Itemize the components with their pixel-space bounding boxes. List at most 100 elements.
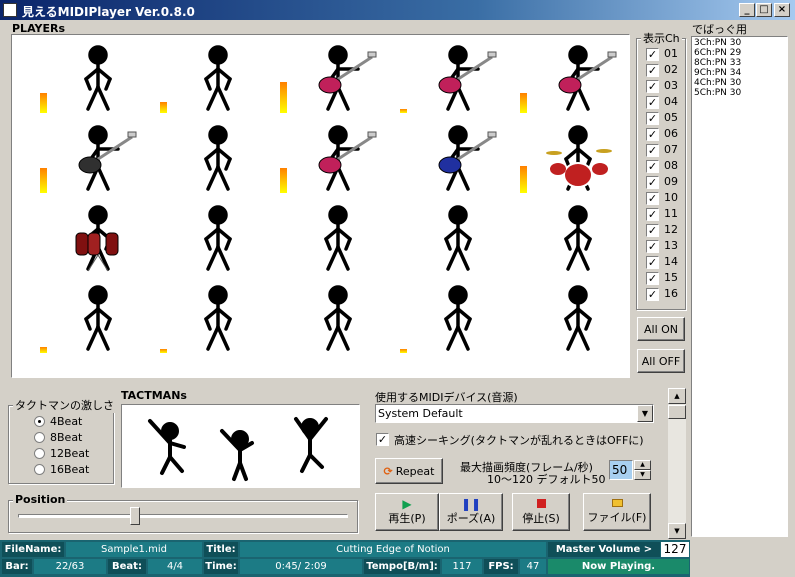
all-off-button[interactable]: All OFF (637, 349, 685, 373)
player-cell (154, 119, 274, 199)
debug-line: 8Ch:PN 33 (694, 58, 742, 68)
channel-checkbox[interactable]: ✓ (646, 208, 659, 221)
debug-line: 4Ch:PN 30 (694, 78, 742, 88)
stop-icon (536, 498, 546, 508)
stand-player-icon (564, 285, 592, 351)
channel-checkbox[interactable]: ✓ (646, 288, 659, 301)
master-volume-value[interactable]: 127 (661, 542, 689, 557)
level-meter (280, 168, 287, 193)
debug-title: でばっぐ用 (692, 23, 747, 36)
stand-player-icon (84, 285, 112, 351)
intensity-radio[interactable] (34, 432, 45, 443)
player-cell (394, 39, 514, 119)
filename-label: FileName: (2, 542, 64, 557)
stand-player-icon (444, 285, 472, 351)
fps-value: 47 (520, 559, 546, 574)
stand-player-icon (204, 125, 232, 191)
debug-line: 5Ch:PN 30 (694, 88, 742, 98)
channel-label: 04 (664, 95, 678, 108)
level-meter (160, 102, 167, 113)
channel-checkbox[interactable]: ✓ (646, 128, 659, 141)
debug-line: 9Ch:PN 34 (694, 68, 742, 78)
player-cell (274, 199, 394, 279)
channel-label: 01 (664, 47, 678, 60)
player-cell (394, 119, 514, 199)
close-button[interactable]: × (774, 3, 790, 17)
pause-button[interactable]: ❚❚ ポーズ(A) (439, 493, 503, 531)
level-meter (400, 109, 407, 113)
channel-label: 11 (664, 207, 678, 220)
channel-checkbox[interactable]: ✓ (646, 96, 659, 109)
player-cell (514, 199, 634, 279)
midi-device-select[interactable]: System Default ▼ (375, 404, 654, 423)
conga-player-icon (75, 205, 119, 272)
all-on-button[interactable]: All ON (637, 317, 685, 341)
channel-checkbox[interactable]: ✓ (646, 272, 659, 285)
tempo-value: 117 (442, 559, 482, 574)
intensity-radio[interactable] (34, 464, 45, 475)
guitar-player-icon (318, 125, 377, 191)
player-cell (514, 39, 634, 119)
repeat-label: Repeat (395, 464, 435, 478)
level-meter (280, 82, 287, 113)
scroll-up-icon[interactable]: ▲ (668, 388, 686, 404)
repeat-button[interactable]: ⟳ Repeat (375, 458, 443, 484)
channel-checkbox[interactable]: ✓ (646, 224, 659, 237)
vertical-scrollbar[interactable]: ▲ ▼ (668, 388, 686, 539)
channel-checkbox[interactable]: ✓ (646, 256, 659, 269)
channel-checkbox[interactable]: ✓ (646, 64, 659, 77)
player-cell (34, 279, 154, 359)
tempo-label: Tempo[B/m]: (364, 559, 440, 574)
level-meter (160, 349, 167, 353)
checkmark-icon: ✓ (377, 433, 388, 446)
fps-down-icon[interactable]: ▼ (634, 470, 651, 480)
channel-label: 09 (664, 175, 678, 188)
status-bar: FileName: Sample1.mid Title: Cutting Edg… (0, 540, 690, 577)
channels-title: 表示Ch (641, 30, 682, 46)
tactmans-title: TACTMANs (121, 389, 187, 402)
bass-player-icon (78, 125, 137, 191)
channel-checkbox[interactable]: ✓ (646, 48, 659, 61)
channel-checkbox[interactable]: ✓ (646, 176, 659, 189)
stand-player-icon (84, 45, 112, 111)
title-label: Title: (204, 542, 238, 557)
channel-checkbox[interactable]: ✓ (646, 112, 659, 125)
channel-label: 03 (664, 79, 678, 92)
level-meter (520, 93, 527, 113)
scroll-thumb[interactable] (668, 405, 686, 419)
channel-label: 07 (664, 143, 678, 156)
intensity-radio[interactable] (34, 416, 45, 427)
channel-checkbox[interactable]: ✓ (646, 240, 659, 253)
channel-checkbox[interactable]: ✓ (646, 160, 659, 173)
channel-label: 02 (664, 63, 678, 76)
bass-blue-player-icon (438, 125, 497, 191)
debug-list: 3Ch:PN 30 6Ch:PN 29 8Ch:PN 33 9Ch:PN 34 4Ch:… (691, 36, 788, 537)
maximize-button[interactable]: □ (756, 3, 772, 17)
window-title: 見えるMIDIPlayer Ver.0.8.0 (22, 5, 195, 19)
level-meter (400, 349, 407, 353)
fps-input[interactable]: 50 (609, 460, 633, 480)
intensity-radio[interactable] (34, 448, 45, 459)
position-slider-thumb[interactable] (130, 507, 140, 525)
stand-player-icon (324, 285, 352, 351)
file-button[interactable]: ファイル(F) (583, 493, 651, 531)
bar-value: 22/63 (34, 559, 106, 574)
scroll-down-icon[interactable]: ▼ (668, 523, 686, 539)
channel-label: 08 (664, 159, 678, 172)
player-cell (34, 199, 154, 279)
fast-seek-checkbox[interactable]: ✓ (376, 433, 389, 446)
play-button[interactable]: ▶ 再生(P) (375, 493, 439, 531)
fps-up-icon[interactable]: ▲ (634, 460, 651, 470)
minimize-button[interactable]: _ (739, 3, 755, 17)
channel-label: 14 (664, 255, 678, 268)
dropdown-arrow-icon[interactable]: ▼ (637, 405, 653, 422)
midi-device-value: System Default (378, 407, 463, 420)
level-meter (40, 93, 47, 113)
player-cell (274, 39, 394, 119)
channel-checkbox[interactable]: ✓ (646, 192, 659, 205)
channel-checkbox[interactable]: ✓ (646, 80, 659, 93)
channel-checkbox[interactable]: ✓ (646, 144, 659, 157)
position-track[interactable] (18, 514, 348, 518)
stop-button[interactable]: 停止(S) (512, 493, 570, 531)
stand-player-icon (564, 205, 592, 271)
